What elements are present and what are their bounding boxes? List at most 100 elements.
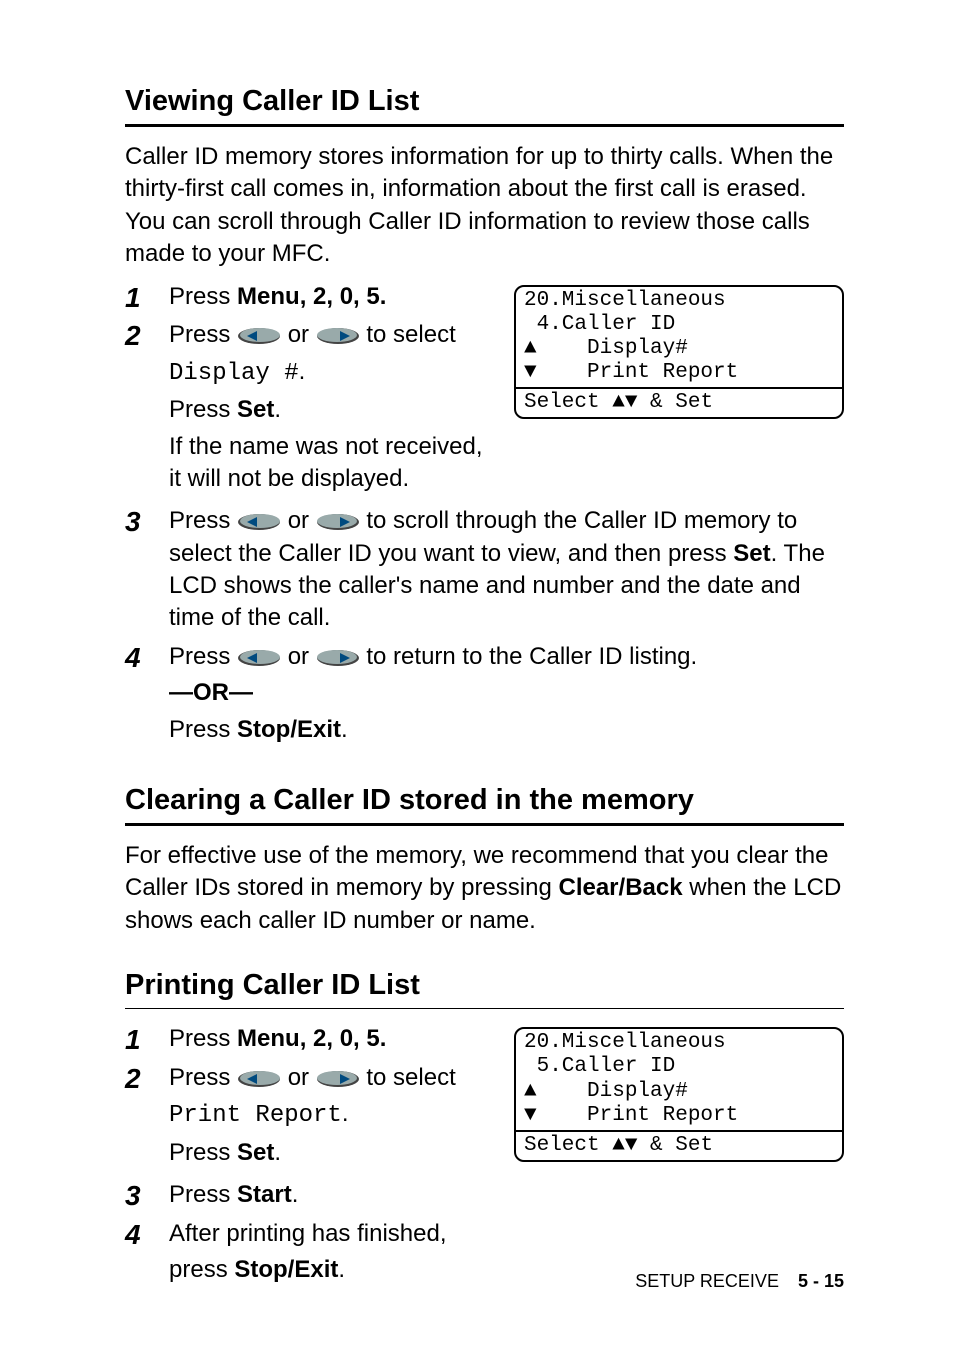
text: . xyxy=(342,1100,349,1127)
text: Press xyxy=(169,1139,237,1166)
section3-rule xyxy=(125,1008,844,1009)
lcd-footer: Select ▲▼ & Set xyxy=(516,1130,842,1160)
s1-step4: 4 Press or to return to the Caller ID li… xyxy=(125,641,844,750)
section2-rule xyxy=(125,823,844,826)
lcd-screen-1: 20.Miscellaneous 4.Caller ID ▲ Display# … xyxy=(514,285,844,420)
nav-right-icon xyxy=(316,649,360,667)
nav-left-icon xyxy=(237,1070,281,1088)
step-number: 3 xyxy=(125,1179,169,1212)
or-divider: —OR— xyxy=(169,679,253,706)
clear-back-key: Clear/Back xyxy=(558,874,682,901)
page-footer: SETUP RECEIVE 5 - 15 xyxy=(635,1271,844,1292)
set-key: Set xyxy=(237,396,274,423)
down-triangle-icon: ▼ xyxy=(524,361,537,384)
lcd-text: Print Report xyxy=(537,1104,739,1127)
down-triangle-icon: ▼ xyxy=(625,391,638,414)
nav-left-icon xyxy=(237,649,281,667)
note-text: If the name was not received, it will no… xyxy=(169,431,490,496)
s3-step2: 2 Press or to select Pri xyxy=(125,1062,490,1173)
text: or xyxy=(288,321,316,348)
step-number: 2 xyxy=(125,1062,169,1095)
section1-intro: Caller ID memory stores information for … xyxy=(125,141,844,271)
text: . xyxy=(341,716,348,743)
nav-left-icon xyxy=(237,513,281,531)
text: to return to the Caller ID listing. xyxy=(366,643,697,670)
menu-key: Menu xyxy=(237,283,300,310)
lcd-text: Select xyxy=(524,1134,612,1157)
footer-label: SETUP RECEIVE xyxy=(635,1271,779,1291)
up-triangle-icon: ▲ xyxy=(612,391,625,414)
lcd-line: 20.Miscellaneous xyxy=(524,289,834,313)
lcd-line: 20.Miscellaneous xyxy=(524,1031,834,1055)
lcd-line: ▼ Print Report xyxy=(524,1104,834,1128)
text: . xyxy=(292,1181,299,1208)
lcd-text: Select xyxy=(524,391,612,414)
lcd-line: 4.Caller ID xyxy=(524,313,834,337)
up-triangle-icon: ▲ xyxy=(612,1134,625,1157)
start-key: Start xyxy=(237,1181,292,1208)
up-triangle-icon: ▲ xyxy=(524,1080,537,1103)
nav-left-icon xyxy=(237,327,281,345)
s1-step3: 3 Press or to scroll through the Caller … xyxy=(125,505,844,635)
page-number: 5 - 15 xyxy=(798,1271,844,1291)
down-triangle-icon: ▼ xyxy=(625,1134,638,1157)
step-number: 3 xyxy=(125,505,169,538)
lcd-line: ▲ Display# xyxy=(524,337,834,361)
text: Press xyxy=(169,1025,237,1052)
step-number: 4 xyxy=(125,641,169,674)
stop-exit-key: Stop/Exit xyxy=(237,716,341,743)
s3-step4: 4 After printing has finished, press Sto… xyxy=(125,1218,490,1291)
text: . xyxy=(299,358,306,385)
set-key: Set xyxy=(237,1139,274,1166)
nav-right-icon xyxy=(316,1070,360,1088)
lcd-line: ▲ Display# xyxy=(524,1080,834,1104)
text: . xyxy=(274,1139,281,1166)
text: Press xyxy=(169,716,237,743)
nav-right-icon xyxy=(316,513,360,531)
step-number: 2 xyxy=(125,319,169,352)
lcd-option: Display # xyxy=(169,360,299,387)
text: or xyxy=(288,1064,316,1091)
s3-step1: 1 Press Menu, 2, 0, 5. xyxy=(125,1023,490,1056)
menu-key: Menu xyxy=(237,1025,300,1052)
lcd-footer: Select ▲▼ & Set xyxy=(516,387,842,417)
text: Press xyxy=(169,507,237,534)
step-number: 4 xyxy=(125,1218,169,1251)
text: . xyxy=(338,1256,345,1283)
text: or xyxy=(288,507,316,534)
text: Press xyxy=(169,1064,237,1091)
lcd-text: & Set xyxy=(637,1134,713,1157)
s1-step1: 1 Press Menu, 2, 0, 5. xyxy=(125,281,490,314)
s3-step3: 3 Press Start. xyxy=(125,1179,490,1212)
set-key: Set xyxy=(733,540,770,567)
text: Press xyxy=(169,396,237,423)
lcd-line: 5.Caller ID xyxy=(524,1055,834,1079)
text: press xyxy=(169,1256,234,1283)
lcd-text: Display# xyxy=(537,337,688,360)
down-triangle-icon: ▼ xyxy=(524,1104,537,1127)
text: to select xyxy=(366,1064,455,1091)
text: Press xyxy=(169,643,237,670)
nav-right-icon xyxy=(316,327,360,345)
text: Press xyxy=(169,1181,237,1208)
stop-exit-key: Stop/Exit xyxy=(234,1256,338,1283)
key-sequence: , 2, 0, 5. xyxy=(300,1025,387,1052)
step-number: 1 xyxy=(125,1023,169,1056)
section2-title: Clearing a Caller ID stored in the memor… xyxy=(125,784,844,817)
lcd-screen-2: 20.Miscellaneous 5.Caller ID ▲ Display# … xyxy=(514,1027,844,1162)
text: Press xyxy=(169,321,237,348)
section1-title: Viewing Caller ID List xyxy=(125,85,844,118)
s1-step2: 2 Press or to select Dis xyxy=(125,319,490,499)
lcd-text: Print Report xyxy=(537,361,739,384)
lcd-option: Print Report xyxy=(169,1102,342,1129)
key-sequence: , 2, 0, 5. xyxy=(300,283,387,310)
up-triangle-icon: ▲ xyxy=(524,337,537,360)
text: . xyxy=(274,396,281,423)
text: After printing has finished, xyxy=(169,1218,490,1250)
text: Press xyxy=(169,283,237,310)
lcd-text: & Set xyxy=(637,391,713,414)
lcd-text: Display# xyxy=(537,1080,688,1103)
section3-title: Printing Caller ID List xyxy=(125,969,844,1002)
text: to select xyxy=(366,321,455,348)
section2-para: For effective use of the memory, we reco… xyxy=(125,840,844,937)
